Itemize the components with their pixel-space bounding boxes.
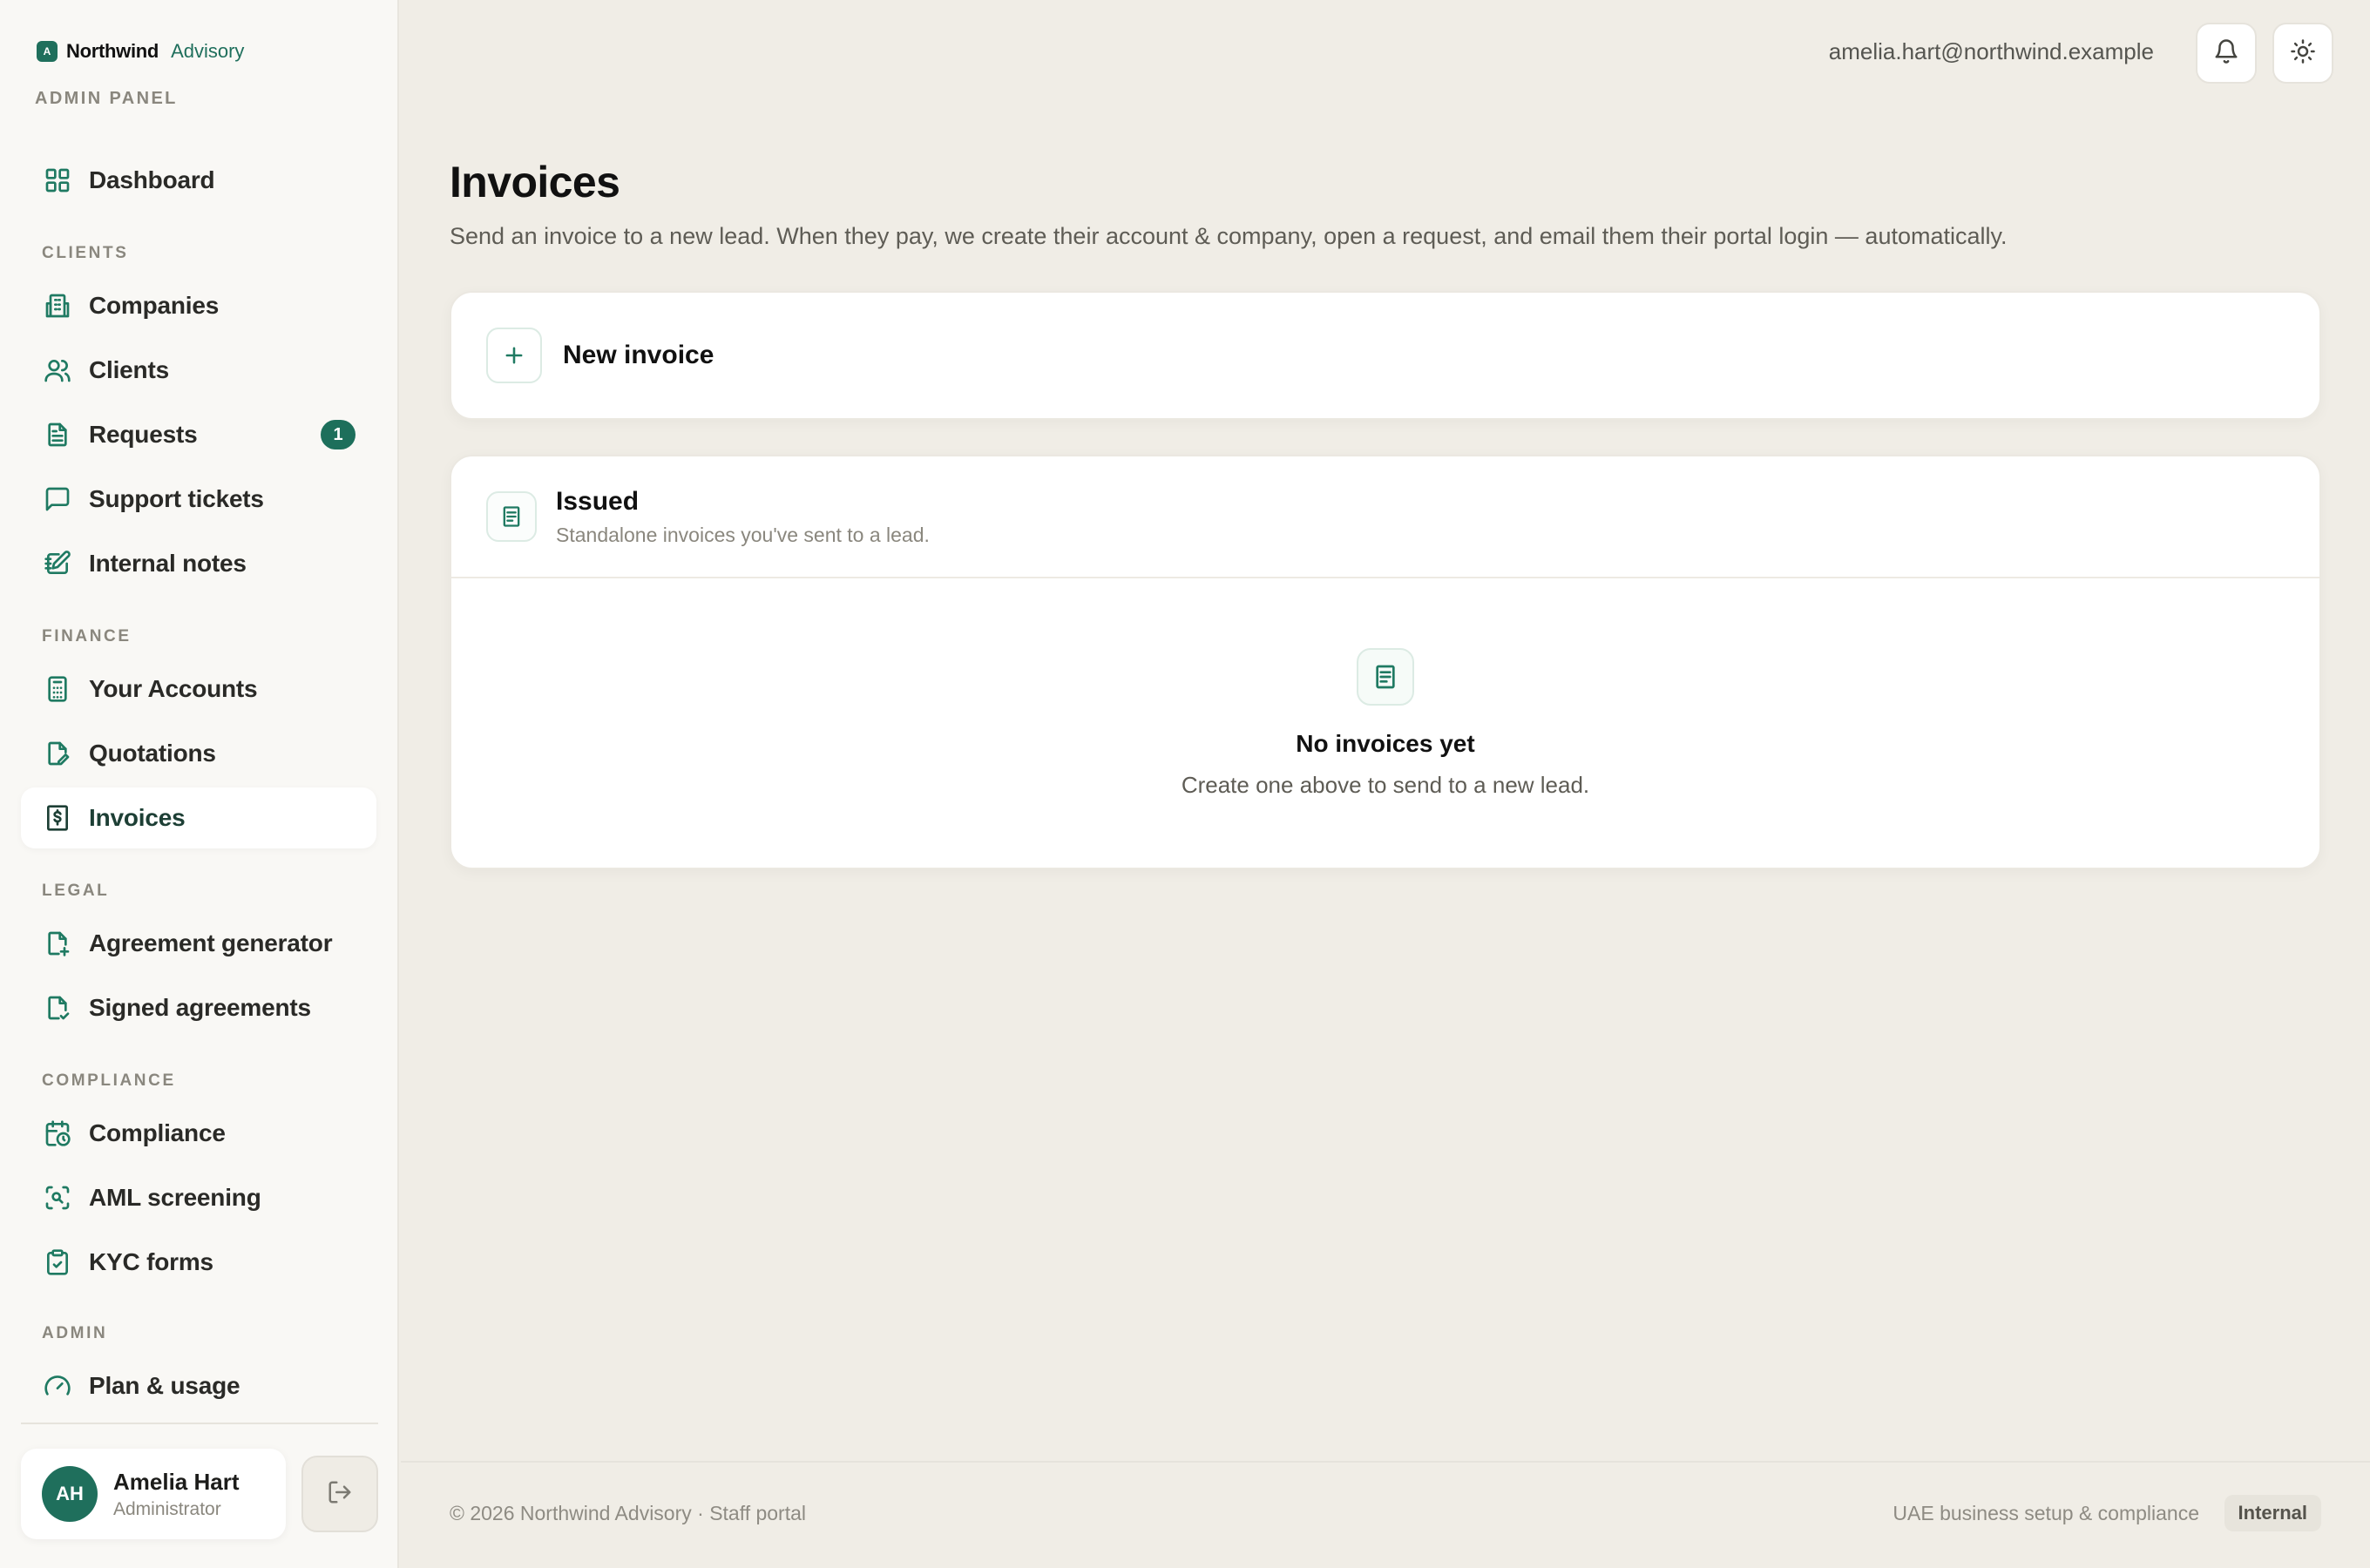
- footer-tagline: UAE business setup & compliance: [1893, 1502, 2199, 1524]
- users-icon: [42, 355, 73, 386]
- sidebar-item-requests[interactable]: Requests 1: [21, 404, 376, 465]
- sidebar-item-compliance[interactable]: Compliance: [21, 1103, 376, 1164]
- issued-invoices-panel: Issued Standalone invoices you've sent t…: [450, 455, 2321, 869]
- sidebar-item-label: AML screening: [89, 1184, 261, 1211]
- section-label-clients: CLIENTS: [42, 244, 129, 262]
- sidebar-item-plan-usage[interactable]: Plan & usage: [21, 1355, 376, 1416]
- empty-state-subtitle: Create one above to send to a new lead.: [1181, 772, 1590, 798]
- sidebar-item-label: Compliance: [89, 1119, 226, 1146]
- sidebar-item-label: Quotations: [89, 740, 216, 767]
- sidebar-item-support-tickets[interactable]: Support tickets: [21, 469, 376, 530]
- sidebar-item-your-accounts[interactable]: Your Accounts: [21, 659, 376, 720]
- gauge-icon: [42, 1370, 73, 1402]
- footer-internal-badge: Internal: [2224, 1495, 2321, 1531]
- issued-subtitle: Standalone invoices you've sent to a lea…: [556, 523, 930, 546]
- sidebar-item-agreement-generator[interactable]: Agreement generator: [21, 913, 376, 974]
- sidebar-item-companies[interactable]: Companies: [21, 275, 376, 336]
- sidebar-item-clients[interactable]: Clients: [21, 340, 376, 401]
- sidebar-item-label: Companies: [89, 292, 220, 319]
- sidebar-item-label: Clients: [89, 356, 169, 383]
- sidebar-item-label: Invoices: [89, 804, 186, 831]
- calendar-clock-icon: [42, 1118, 73, 1149]
- empty-state: No invoices yet Create one above to send…: [451, 648, 2319, 799]
- page-title: Invoices: [450, 158, 620, 206]
- empty-state-title: No invoices yet: [1296, 730, 1475, 757]
- brand-logo[interactable]: A Northwind Advisory: [37, 40, 244, 63]
- footer-divider: [401, 1461, 2370, 1463]
- scan-search-icon: [42, 1182, 73, 1213]
- issued-title: Issued: [556, 486, 640, 516]
- receipt-icon: [486, 491, 537, 542]
- sidebar-item-invoices[interactable]: Invoices: [21, 787, 376, 848]
- message-square-icon: [42, 483, 73, 515]
- user-role: Administrator: [113, 1498, 221, 1519]
- sidebar-item-label: Requests: [89, 421, 198, 448]
- sidebar-item-internal-notes[interactable]: Internal notes: [21, 533, 376, 594]
- sidebar-item-aml-screening[interactable]: AML screening: [21, 1167, 376, 1228]
- user-email: amelia.hart@northwind.example: [1828, 38, 2154, 64]
- receipt-icon: [1357, 648, 1414, 706]
- page-description: Send an invoice to a new lead. When they…: [450, 223, 2008, 249]
- building-icon: [42, 290, 73, 321]
- brand-sub: Advisory: [171, 40, 245, 62]
- sidebar-item-label: Internal notes: [89, 550, 247, 577]
- file-check-icon: [42, 992, 73, 1024]
- user-name: Amelia Hart: [113, 1468, 240, 1495]
- logout-button[interactable]: [301, 1456, 378, 1532]
- section-label-finance: FINANCE: [42, 627, 132, 645]
- clipboard-check-icon: [42, 1247, 73, 1278]
- issued-header: Issued Standalone invoices you've sent t…: [451, 456, 2319, 578]
- notifications-button[interactable]: [2196, 23, 2257, 84]
- sidebar-item-signed-agreements[interactable]: Signed agreements: [21, 977, 376, 1038]
- calculator-icon: [42, 673, 73, 705]
- file-plus-icon: [42, 928, 73, 959]
- avatar: AH: [42, 1466, 98, 1522]
- file-pen-icon: [42, 738, 73, 769]
- sun-icon: [2290, 38, 2316, 69]
- file-text-icon: [42, 419, 73, 450]
- sidebar-item-label: Signed agreements: [89, 994, 311, 1021]
- footer-copyright: © 2026 Northwind Advisory · Staff portal: [450, 1502, 807, 1524]
- user-card[interactable]: AH Amelia Hart Administrator: [21, 1449, 286, 1539]
- sidebar-item-label: Your Accounts: [89, 675, 258, 702]
- bell-icon: [2213, 38, 2239, 69]
- sidebar-item-label: Support tickets: [89, 485, 264, 512]
- section-label-admin: ADMIN: [42, 1324, 108, 1342]
- notebook-pen-icon: [42, 548, 73, 579]
- panel-label: ADMIN PANEL: [35, 89, 178, 108]
- plus-icon: [486, 328, 542, 383]
- sidebar-item-quotations[interactable]: Quotations: [21, 723, 376, 784]
- requests-count-badge: 1: [321, 420, 356, 449]
- sidebar-item-dashboard[interactable]: Dashboard: [21, 150, 376, 211]
- section-label-legal: LEGAL: [42, 882, 110, 900]
- brand-name: Northwind: [66, 40, 159, 62]
- log-out-icon: [327, 1479, 353, 1510]
- theme-toggle-button[interactable]: [2272, 23, 2333, 84]
- sidebar-divider: [21, 1423, 378, 1424]
- new-invoice-label: New invoice: [563, 341, 714, 369]
- sidebar-item-label: Agreement generator: [89, 929, 333, 956]
- sidebar-item-label: Dashboard: [89, 166, 215, 193]
- brand-mark-icon: A: [37, 41, 58, 62]
- section-label-compliance: COMPLIANCE: [42, 1071, 176, 1090]
- sidebar: A Northwind Advisory ADMIN PANEL Dashboa…: [0, 0, 399, 1568]
- receipt-dollar-icon: [42, 802, 73, 834]
- sidebar-item-label: KYC forms: [89, 1248, 213, 1275]
- new-invoice-button[interactable]: New invoice: [450, 291, 2321, 420]
- grid-icon: [42, 165, 73, 196]
- sidebar-item-kyc-forms[interactable]: KYC forms: [21, 1232, 376, 1293]
- sidebar-item-label: Plan & usage: [89, 1372, 240, 1399]
